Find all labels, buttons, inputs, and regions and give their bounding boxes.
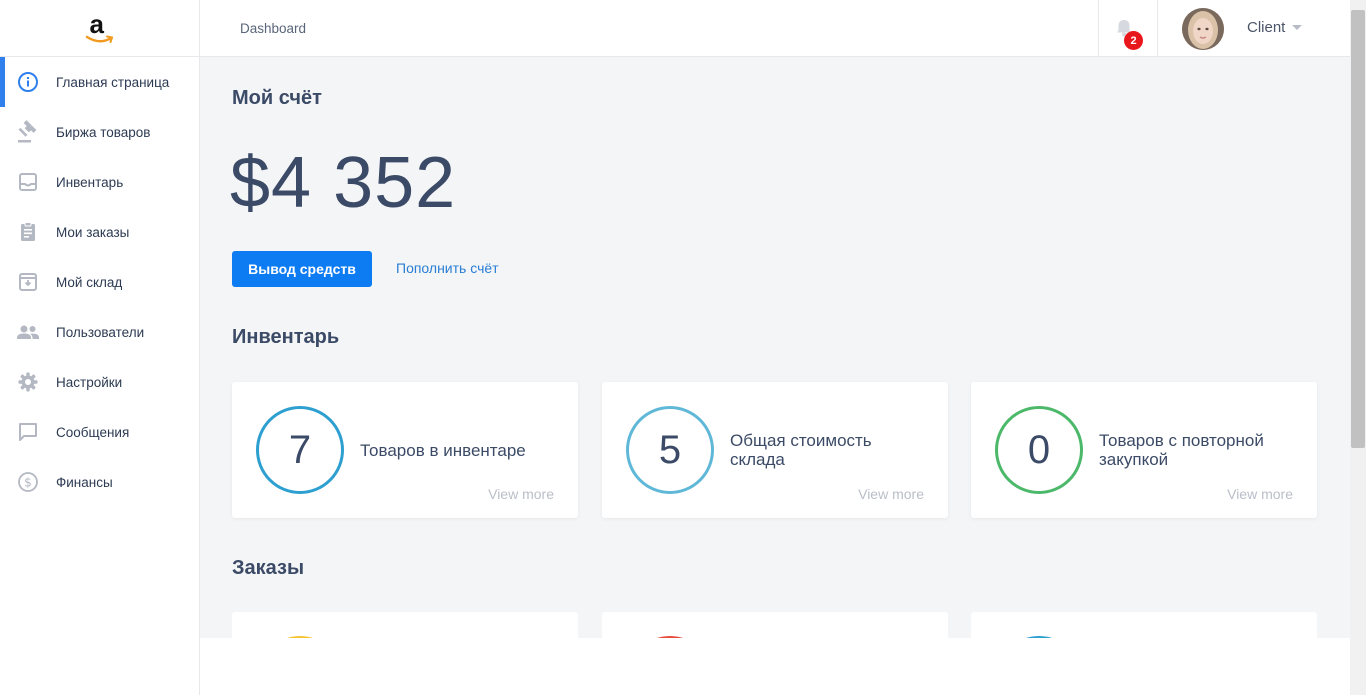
withdraw-button[interactable]: Вывод средств [232, 251, 372, 287]
archive-icon [16, 270, 40, 294]
page-bottom-strip [200, 638, 1350, 695]
user-name[interactable]: Client [1247, 19, 1285, 36]
inventory-card[interactable]: 0 Товаров с повторной закупкой View more [971, 382, 1317, 518]
account-title: Мой счёт [232, 87, 322, 109]
topup-link[interactable]: Пополнить счёт [396, 260, 499, 276]
clipboard-icon [16, 220, 40, 244]
sidebar-item-label: Сообщения [56, 424, 130, 440]
avatar[interactable] [1182, 8, 1224, 50]
sidebar-item-settings[interactable]: Настройки [0, 357, 199, 407]
notifications-button[interactable]: 2 [1098, 0, 1158, 57]
sidebar-item-label: Мой склад [56, 274, 123, 290]
chat-icon [16, 420, 40, 444]
people-icon [16, 320, 40, 344]
sidebar-item-finance[interactable]: $ Финансы [0, 457, 199, 507]
dollar-icon: $ [16, 470, 40, 494]
sidebar-item-messages[interactable]: Сообщения [0, 407, 199, 457]
sidebar-item-users[interactable]: Пользователи [0, 307, 199, 357]
breadcrumb[interactable]: Dashboard [240, 21, 306, 36]
inventory-card[interactable]: 7 Товаров в инвентаре View more [232, 382, 578, 518]
orders-title: Заказы [232, 557, 305, 579]
sidebar-item-warehouse[interactable]: Мой склад [0, 257, 199, 307]
view-more-link[interactable]: View more [488, 486, 554, 502]
sidebar-item-label: Мои заказы [56, 224, 130, 240]
account-balance: $4 352 [230, 143, 457, 223]
sidebar-item-label: Пользователи [56, 324, 145, 340]
view-more-link[interactable]: View more [858, 486, 924, 502]
gear-icon [16, 370, 40, 394]
sidebar-item-label: Инвентарь [56, 174, 124, 190]
sidebar-item-label: Биржа товаров [56, 124, 151, 140]
inventory-title: Инвентарь [232, 326, 340, 348]
sidebar-item-label: Главная страница [56, 74, 170, 90]
stat-circle: 5 [626, 406, 714, 494]
info-icon [16, 70, 40, 94]
scrollbar[interactable] [1350, 0, 1366, 695]
logo[interactable]: a [0, 0, 199, 57]
stat-circle: 7 [256, 406, 344, 494]
inbox-icon [16, 170, 40, 194]
stat-circle: 0 [995, 406, 1083, 494]
sidebar-item-label: Финансы [56, 474, 113, 490]
sidebar-item-label: Настройки [56, 374, 123, 390]
sidebar-nav: Главная страница Биржа товаров Инвентарь… [0, 57, 199, 507]
notification-badge: 2 [1124, 31, 1143, 50]
amazon-logo-icon: a [83, 9, 117, 45]
scrollbar-thumb[interactable] [1351, 10, 1365, 448]
svg-text:$: $ [24, 476, 32, 490]
sidebar-item-orders[interactable]: Мои заказы [0, 207, 199, 257]
main-content: Мой счёт $4 352 Вывод средств Пополнить … [200, 57, 1350, 695]
sidebar-item-inventory[interactable]: Инвентарь [0, 157, 199, 207]
sidebar-item-exchange[interactable]: Биржа товаров [0, 107, 199, 157]
inventory-card[interactable]: 5 Общая стоимость склада View more [602, 382, 948, 518]
gavel-icon [16, 120, 40, 144]
sidebar: a Главная страница Биржа товаров Инвента… [0, 0, 200, 695]
view-more-link[interactable]: View more [1227, 486, 1293, 502]
top-header: Dashboard 2 Client [200, 0, 1350, 57]
chevron-down-icon[interactable] [1292, 25, 1302, 30]
sidebar-item-home[interactable]: Главная страница [0, 57, 199, 107]
